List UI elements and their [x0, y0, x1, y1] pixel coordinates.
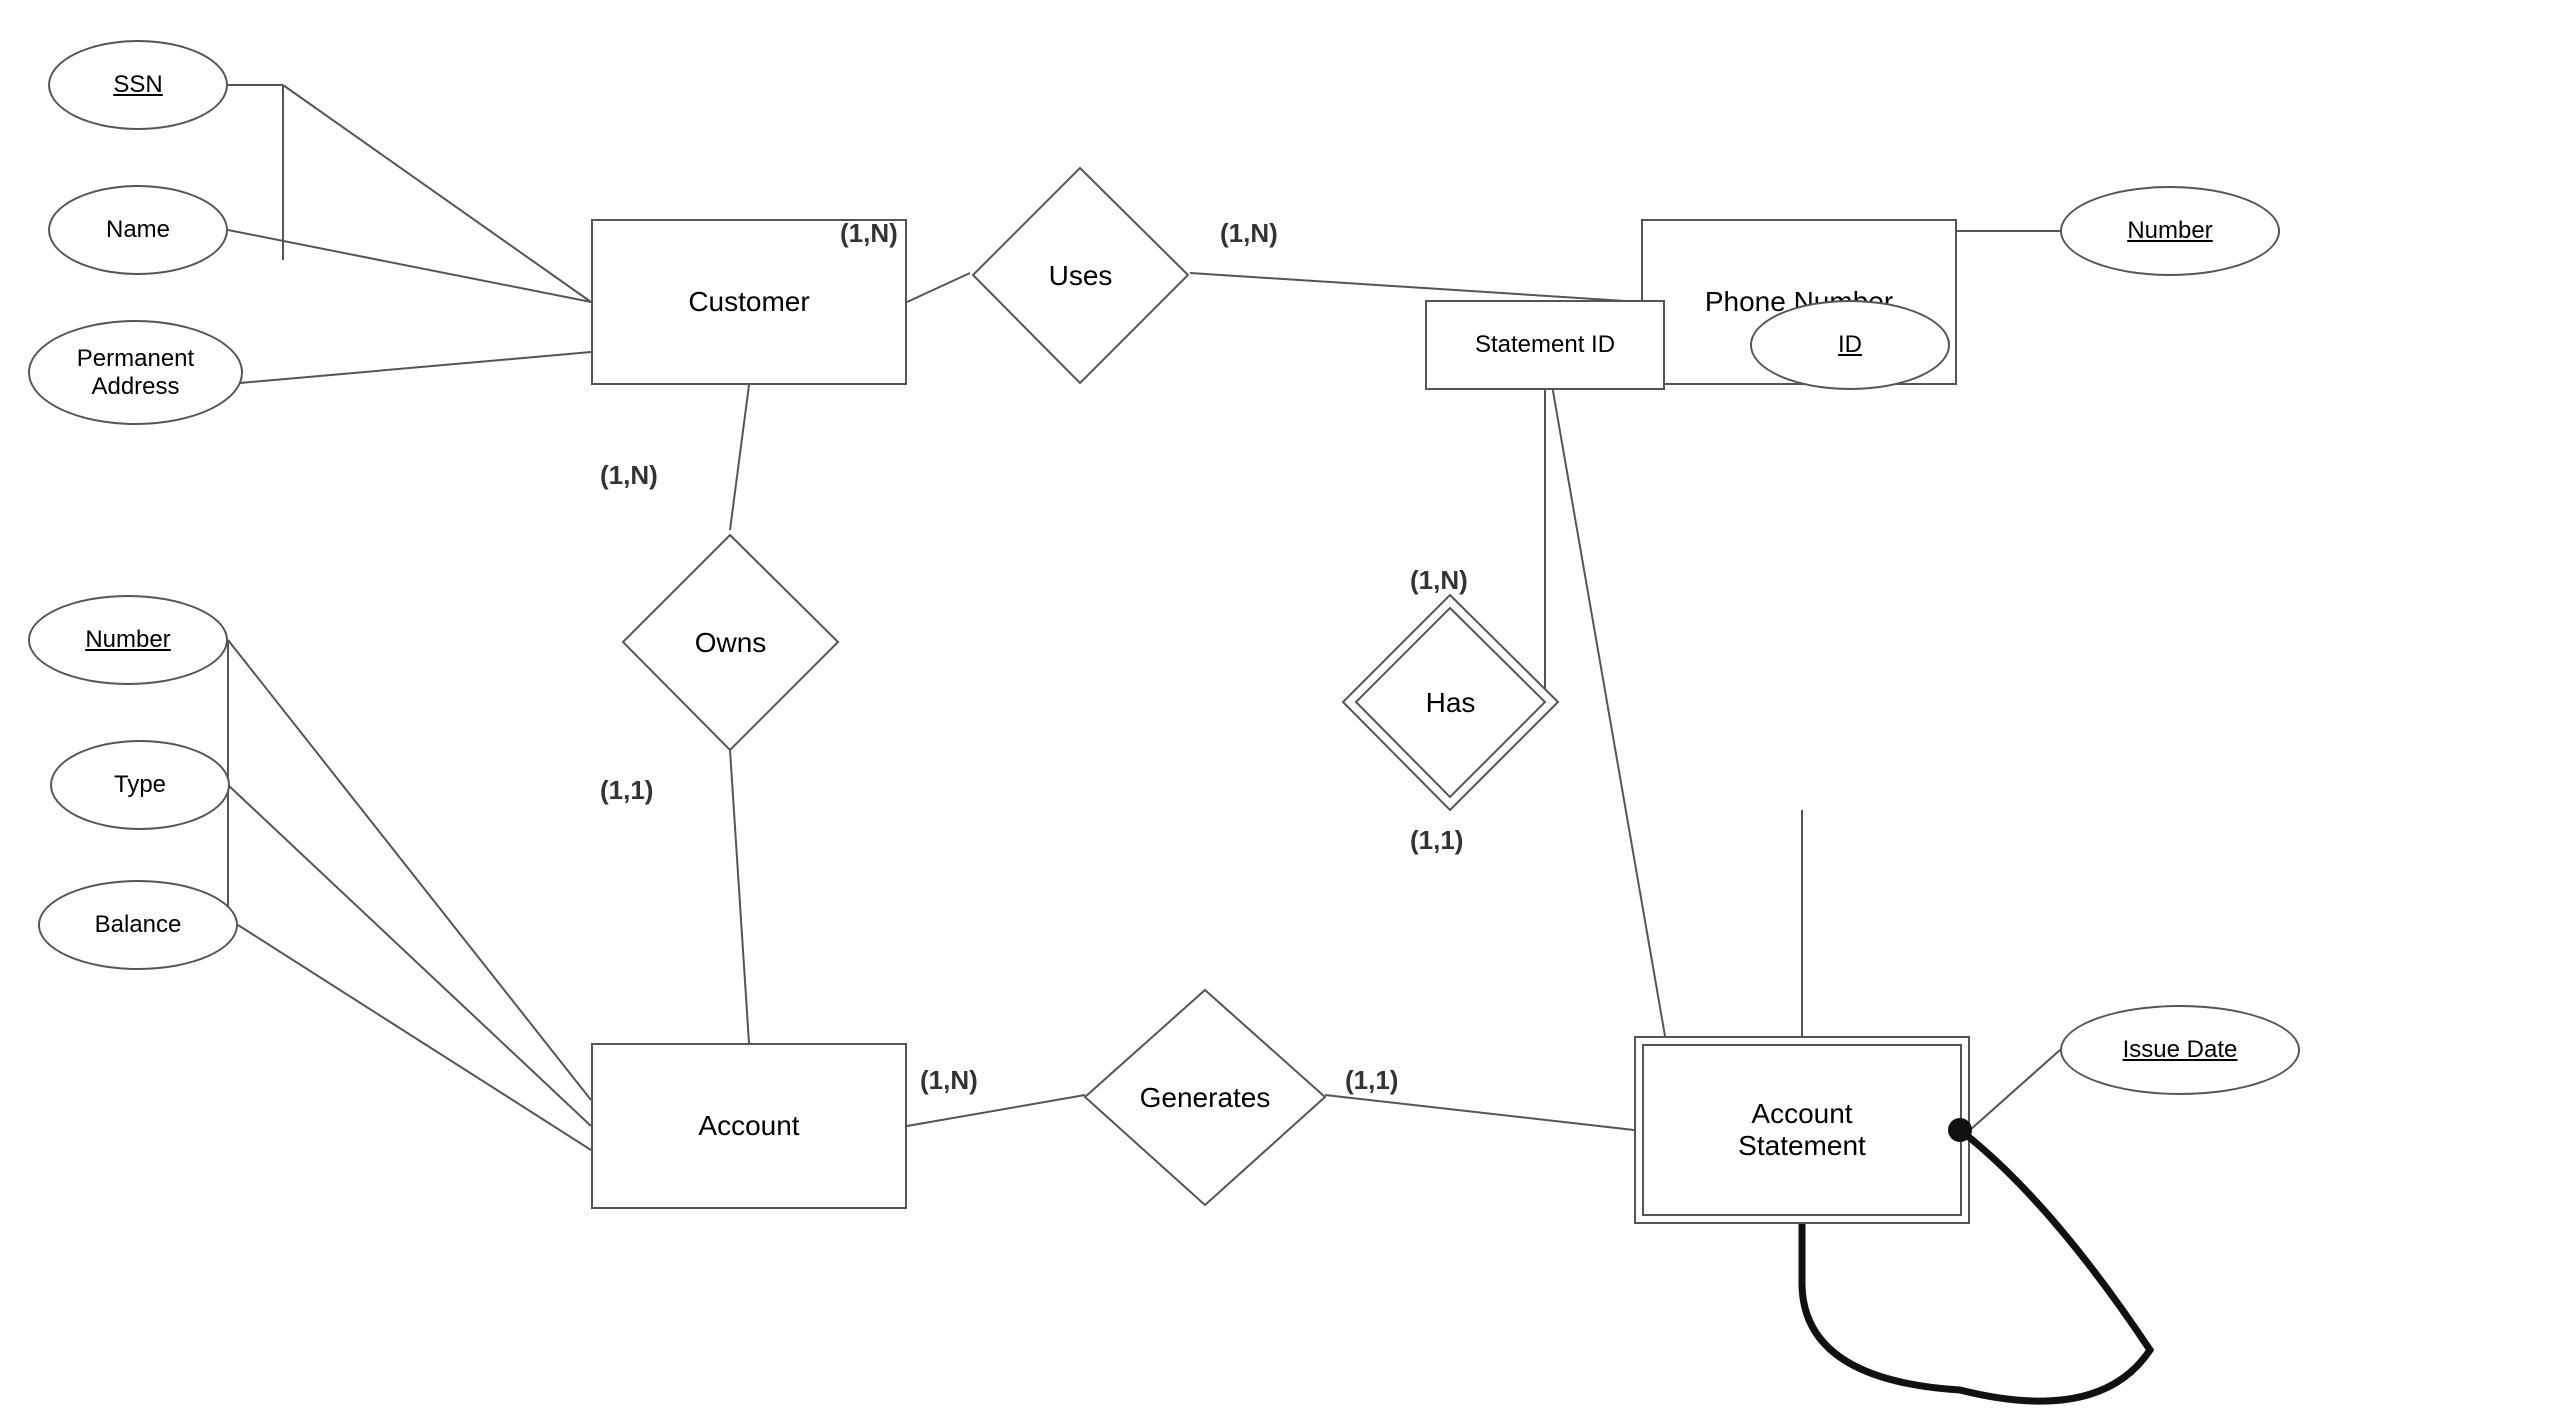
- rel-owns-label: Owns: [695, 627, 767, 659]
- attr-name-label: Name: [106, 216, 170, 244]
- attr-issue-date-label: Issue Date: [2123, 1036, 2238, 1064]
- card-phone-uses-right: (1,N): [1220, 218, 1278, 249]
- entity-account-label: Account: [698, 1110, 799, 1142]
- er-diagram: Customer Phone Number Account AccountSta…: [0, 0, 2550, 1425]
- attr-permanent-address: PermanentAddress: [28, 320, 243, 425]
- card-stmt-has-top: (1,N): [1410, 565, 1468, 596]
- card-account-generates-left: (1,N): [920, 1065, 978, 1096]
- attr-account-type-label: Type: [114, 771, 166, 799]
- card-cust-uses-left: (1,N): [840, 218, 898, 249]
- rel-generates-label: Generates: [1140, 1082, 1271, 1114]
- attr-issue-date: Issue Date: [2060, 1005, 2300, 1095]
- attr-phone-number: Number: [2060, 186, 2280, 276]
- attr-statement-id-attr-label: ID: [1838, 331, 1862, 359]
- card-account-owns-bottom: (1,1): [600, 775, 653, 806]
- attr-name: Name: [48, 185, 228, 275]
- attr-account-type: Type: [50, 740, 230, 830]
- entity-account-statement-label: AccountStatement: [1738, 1098, 1866, 1162]
- attr-permanent-address-label: PermanentAddress: [77, 345, 194, 401]
- rel-has: Has: [1338, 590, 1563, 815]
- card-stmt-has-bottom: (1,1): [1410, 825, 1463, 856]
- rel-uses: Uses: [968, 163, 1193, 388]
- attr-account-balance-label: Balance: [95, 911, 182, 939]
- attr-phone-number-label: Number: [2127, 217, 2212, 245]
- rel-generates: Generates: [1080, 985, 1330, 1210]
- attr-statement-id-ellipse: ID: [1750, 300, 1950, 390]
- attr-account-number: Number: [28, 595, 228, 685]
- rel-has-label: Has: [1426, 687, 1476, 719]
- attr-account-balance: Balance: [38, 880, 238, 970]
- card-cust-owns-top: (1,N): [600, 460, 658, 491]
- rel-owns: Owns: [618, 530, 843, 755]
- attr-ssn-label: SSN: [113, 71, 162, 99]
- attr-statement-id-label: Statement ID: [1475, 331, 1615, 359]
- entity-customer-label: Customer: [688, 286, 809, 318]
- entity-account: Account: [591, 1043, 907, 1209]
- rel-uses-label: Uses: [1049, 260, 1113, 292]
- attr-statement-id-box: Statement ID: [1425, 300, 1665, 390]
- attr-account-number-label: Number: [85, 626, 170, 654]
- entity-account-statement: AccountStatement: [1634, 1036, 1970, 1224]
- attr-ssn: SSN: [48, 40, 228, 130]
- card-stmt-generates-right: (1,1): [1345, 1065, 1398, 1096]
